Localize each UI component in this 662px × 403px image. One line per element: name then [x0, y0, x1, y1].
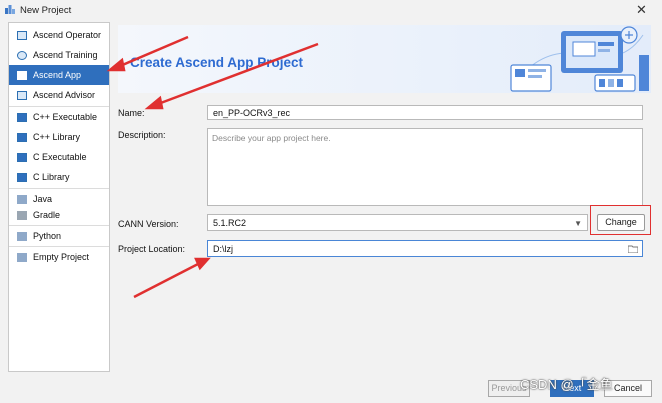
sidebar-item-label: Gradle — [33, 210, 61, 220]
cpp-executable-icon — [17, 113, 27, 122]
folder-icon[interactable] — [628, 245, 638, 253]
sidebar-item-label: C++ Library — [33, 132, 81, 142]
sidebar-item-label: C Library — [33, 172, 70, 182]
cann-version-select[interactable]: 5.1.RC2 ▼ — [207, 214, 588, 231]
sidebar-item-label: Python — [33, 231, 62, 241]
ascend-operator-icon — [17, 31, 27, 40]
java-icon — [17, 195, 27, 204]
change-button[interactable]: Change — [597, 214, 645, 231]
sidebar-item-gradle[interactable]: Gradle — [9, 205, 109, 225]
c-executable-icon — [17, 153, 27, 162]
sidebar-item-label: Ascend App — [33, 70, 82, 80]
sidebar-item-ascend-training[interactable]: Ascend Training — [9, 45, 109, 65]
name-input[interactable]: en_PP-OCRv3_rec — [207, 105, 643, 120]
ascend-training-icon — [17, 51, 27, 60]
sidebar-item-ascend-advisor[interactable]: Ascend Advisor — [9, 85, 109, 105]
sidebar-item-cpp-library[interactable]: C++ Library — [9, 127, 109, 147]
empty-project-icon — [17, 253, 27, 262]
cpp-library-icon — [17, 133, 27, 142]
sidebar-item-c-executable[interactable]: C Executable — [9, 147, 109, 167]
name-label: Name: — [118, 108, 145, 118]
chevron-down-icon: ▼ — [574, 219, 582, 228]
sidebar-item-python[interactable]: Python — [9, 226, 109, 246]
app-logo-icon — [5, 5, 15, 14]
project-location-value: D:\lzj — [213, 244, 233, 254]
project-location-input[interactable]: D:\lzj — [207, 240, 643, 257]
title-bar: New Project ✕ — [0, 0, 662, 20]
gradle-icon — [17, 211, 27, 220]
description-label: Description: — [118, 130, 166, 140]
sidebar-item-label: Java — [33, 194, 53, 204]
sidebar-item-c-library[interactable]: C Library — [9, 167, 109, 187]
close-icon[interactable]: ✕ — [636, 2, 647, 18]
page-title: Create Ascend App Project — [130, 55, 304, 70]
header-banner: Create Ascend App Project — [118, 25, 651, 93]
project-type-list: Ascend Operator Ascend Training Ascend A… — [8, 22, 110, 372]
sidebar-item-empty-project[interactable]: Empty Project — [9, 247, 109, 267]
c-library-icon — [17, 173, 27, 182]
sidebar-item-label: Ascend Advisor — [33, 90, 96, 100]
project-location-label: Project Location: — [118, 244, 186, 254]
cann-version-value: 5.1.RC2 — [213, 218, 247, 228]
sidebar-item-label: Empty Project — [33, 252, 90, 262]
sidebar-item-label: Ascend Operator — [33, 30, 102, 40]
sidebar-item-ascend-operator[interactable]: Ascend Operator — [9, 25, 109, 45]
watermark: CSDN @「金鱼 — [520, 377, 613, 392]
sidebar-item-ascend-app[interactable]: Ascend App — [9, 65, 109, 85]
banner-illustration — [510, 26, 649, 92]
ascend-advisor-icon — [17, 91, 27, 100]
description-placeholder: Describe your app project here. — [212, 133, 331, 143]
window-title: New Project — [20, 5, 72, 16]
cann-version-label: CANN Version: — [118, 219, 179, 229]
description-textarea[interactable]: Describe your app project here. — [207, 128, 643, 206]
sidebar-item-label: Ascend Training — [33, 50, 98, 60]
name-value: en_PP-OCRv3_rec — [213, 108, 291, 118]
sidebar-item-label: C Executable — [33, 152, 87, 162]
sidebar-item-label: C++ Executable — [33, 112, 98, 122]
python-icon — [17, 232, 27, 241]
sidebar-item-cpp-executable[interactable]: C++ Executable — [9, 107, 109, 127]
arrow-to-location-field — [133, 257, 211, 299]
ascend-app-icon — [17, 71, 27, 80]
